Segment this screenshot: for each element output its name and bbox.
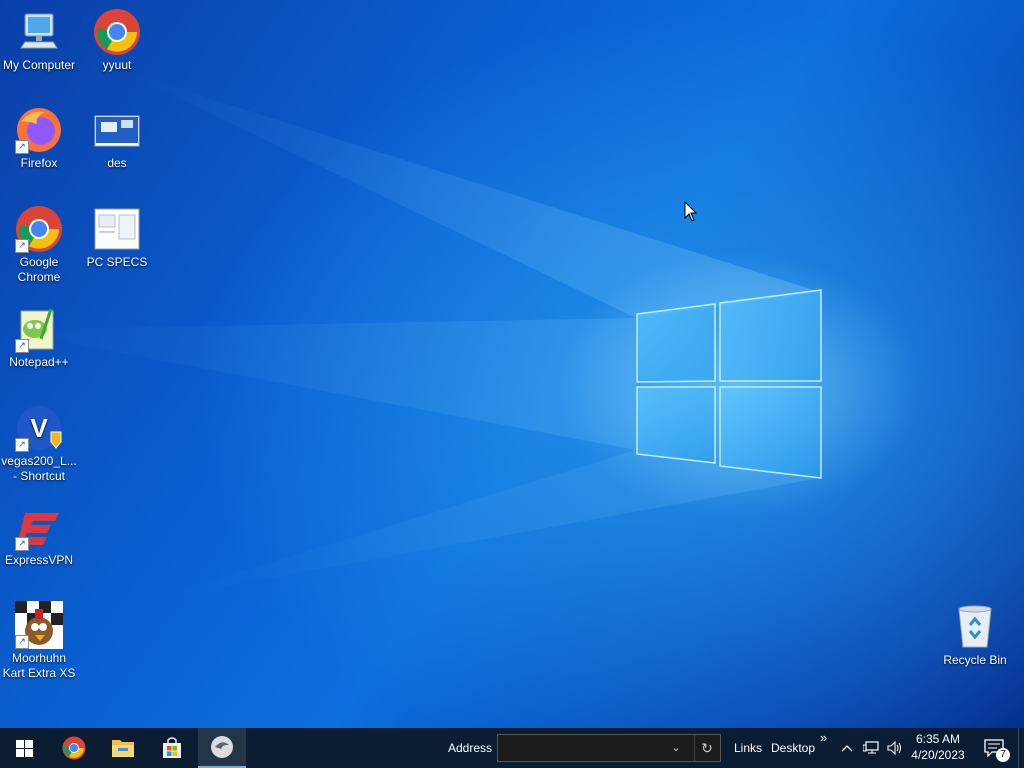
clock-time: 6:35 AM xyxy=(915,732,961,746)
shortcut-arrow-icon: ↗ xyxy=(15,140,29,154)
recycle-bin-icon xyxy=(951,603,999,651)
chrome-icon xyxy=(62,736,86,760)
address-bar: ⌄ ↻ xyxy=(497,734,721,762)
volume-tray-button[interactable] xyxy=(884,728,906,768)
shortcut-arrow-icon: ↗ xyxy=(15,339,29,353)
links-toolbar[interactable]: Links xyxy=(734,728,762,768)
desktop-icon-my-computer[interactable]: My Computer xyxy=(0,8,78,73)
vegas-icon: V ↗ xyxy=(15,404,63,452)
windows-start-icon xyxy=(15,739,33,757)
clock[interactable]: 6:35 AM 4/20/2023 xyxy=(905,731,971,763)
shortcut-arrow-icon: ↗ xyxy=(15,239,29,253)
expressvpn-icon: ↗ xyxy=(15,503,63,551)
desktop[interactable]: My Computer yyuut ↗ Firefox des ↗ Google… xyxy=(0,0,1024,728)
desktop-icon-recycle-bin[interactable]: Recycle Bin xyxy=(936,603,1014,668)
start-button[interactable] xyxy=(0,728,48,768)
desktop-icon-vegas-shortcut[interactable]: V ↗ vegas200_L... - Shortcut xyxy=(0,404,78,484)
icon-label: Moorhuhn Kart Extra XS xyxy=(2,651,76,680)
taskbar-active-app-button[interactable] xyxy=(198,728,246,768)
icon-label: Firefox xyxy=(20,156,58,170)
notepad-plus-plus-icon: ↗ xyxy=(15,305,63,353)
action-center-button[interactable]: 7 xyxy=(978,728,1010,768)
chrome-icon: ↗ xyxy=(15,205,63,253)
refresh-icon[interactable]: ↻ xyxy=(694,735,719,761)
desktop-icon-pc-specs[interactable]: PC SPECS xyxy=(78,205,156,270)
moorhuhn-game-icon: ↗ xyxy=(15,601,63,649)
icon-label: ExpressVPN xyxy=(4,553,74,567)
microsoft-store-icon xyxy=(163,737,181,758)
icon-label: PC SPECS xyxy=(86,255,148,269)
taskbar-chrome-button[interactable] xyxy=(50,728,98,768)
desktop-icon-moorhuhn-kart[interactable]: ↗ Moorhuhn Kart Extra XS xyxy=(0,601,78,681)
chrome-icon xyxy=(93,8,141,56)
firefox-icon: ↗ xyxy=(15,106,63,154)
file-explorer-icon xyxy=(112,740,134,757)
mouse-cursor-icon xyxy=(684,201,698,222)
taskbar-microsoft-store-button[interactable] xyxy=(148,728,196,768)
taskbar-file-explorer-button[interactable] xyxy=(99,728,147,768)
clock-date: 4/20/2023 xyxy=(911,748,965,762)
document-image-icon xyxy=(93,205,141,253)
desktop-icon-firefox[interactable]: ↗ Firefox xyxy=(0,106,78,171)
desktop-icon-google-chrome[interactable]: ↗ Google Chrome xyxy=(0,205,78,285)
shortcut-arrow-icon: ↗ xyxy=(15,438,29,452)
desktop-icon-yyuut[interactable]: yyuut xyxy=(78,8,156,73)
show-hidden-icons-button[interactable] xyxy=(838,728,856,768)
notification-count-badge: 7 xyxy=(996,748,1010,762)
computer-icon xyxy=(15,8,63,56)
desktop-toolbar[interactable]: Desktop xyxy=(771,728,815,768)
svg-text:V: V xyxy=(30,413,48,443)
shortcut-arrow-icon: ↗ xyxy=(15,537,29,551)
desktop-icon-notepad-plus-plus[interactable]: ↗ Notepad++ xyxy=(0,305,78,370)
address-toolbar-label: Address xyxy=(448,741,493,755)
network-icon xyxy=(863,741,879,754)
app-icon xyxy=(211,736,233,758)
address-input[interactable] xyxy=(500,737,664,761)
taskbar: Address ⌄ ↻ Links Desktop » 6:35 AM 4/20… xyxy=(0,728,1024,768)
chevron-down-icon[interactable]: ⌄ xyxy=(664,735,688,761)
screenshot-file-icon xyxy=(93,106,141,154)
windows-logo-wallpaper xyxy=(636,289,822,479)
icon-label: yyuut xyxy=(102,58,132,72)
icon-label: Google Chrome xyxy=(17,255,61,284)
icon-label: Notepad++ xyxy=(9,355,69,369)
desktop-icon-des[interactable]: des xyxy=(78,106,156,171)
icon-label: vegas200_L... - Shortcut xyxy=(1,454,77,483)
icon-label: My Computer xyxy=(2,58,76,72)
toolbar-overflow-icon[interactable]: » xyxy=(820,718,827,758)
show-desktop-button[interactable] xyxy=(1018,728,1024,768)
network-tray-button[interactable] xyxy=(860,728,882,768)
chevron-up-icon xyxy=(841,745,853,752)
shortcut-arrow-icon: ↗ xyxy=(15,635,29,649)
icon-label: des xyxy=(107,156,127,170)
icon-label: Recycle Bin xyxy=(943,653,1007,667)
volume-icon xyxy=(887,741,901,755)
desktop-icon-expressvpn[interactable]: ↗ ExpressVPN xyxy=(0,503,78,568)
